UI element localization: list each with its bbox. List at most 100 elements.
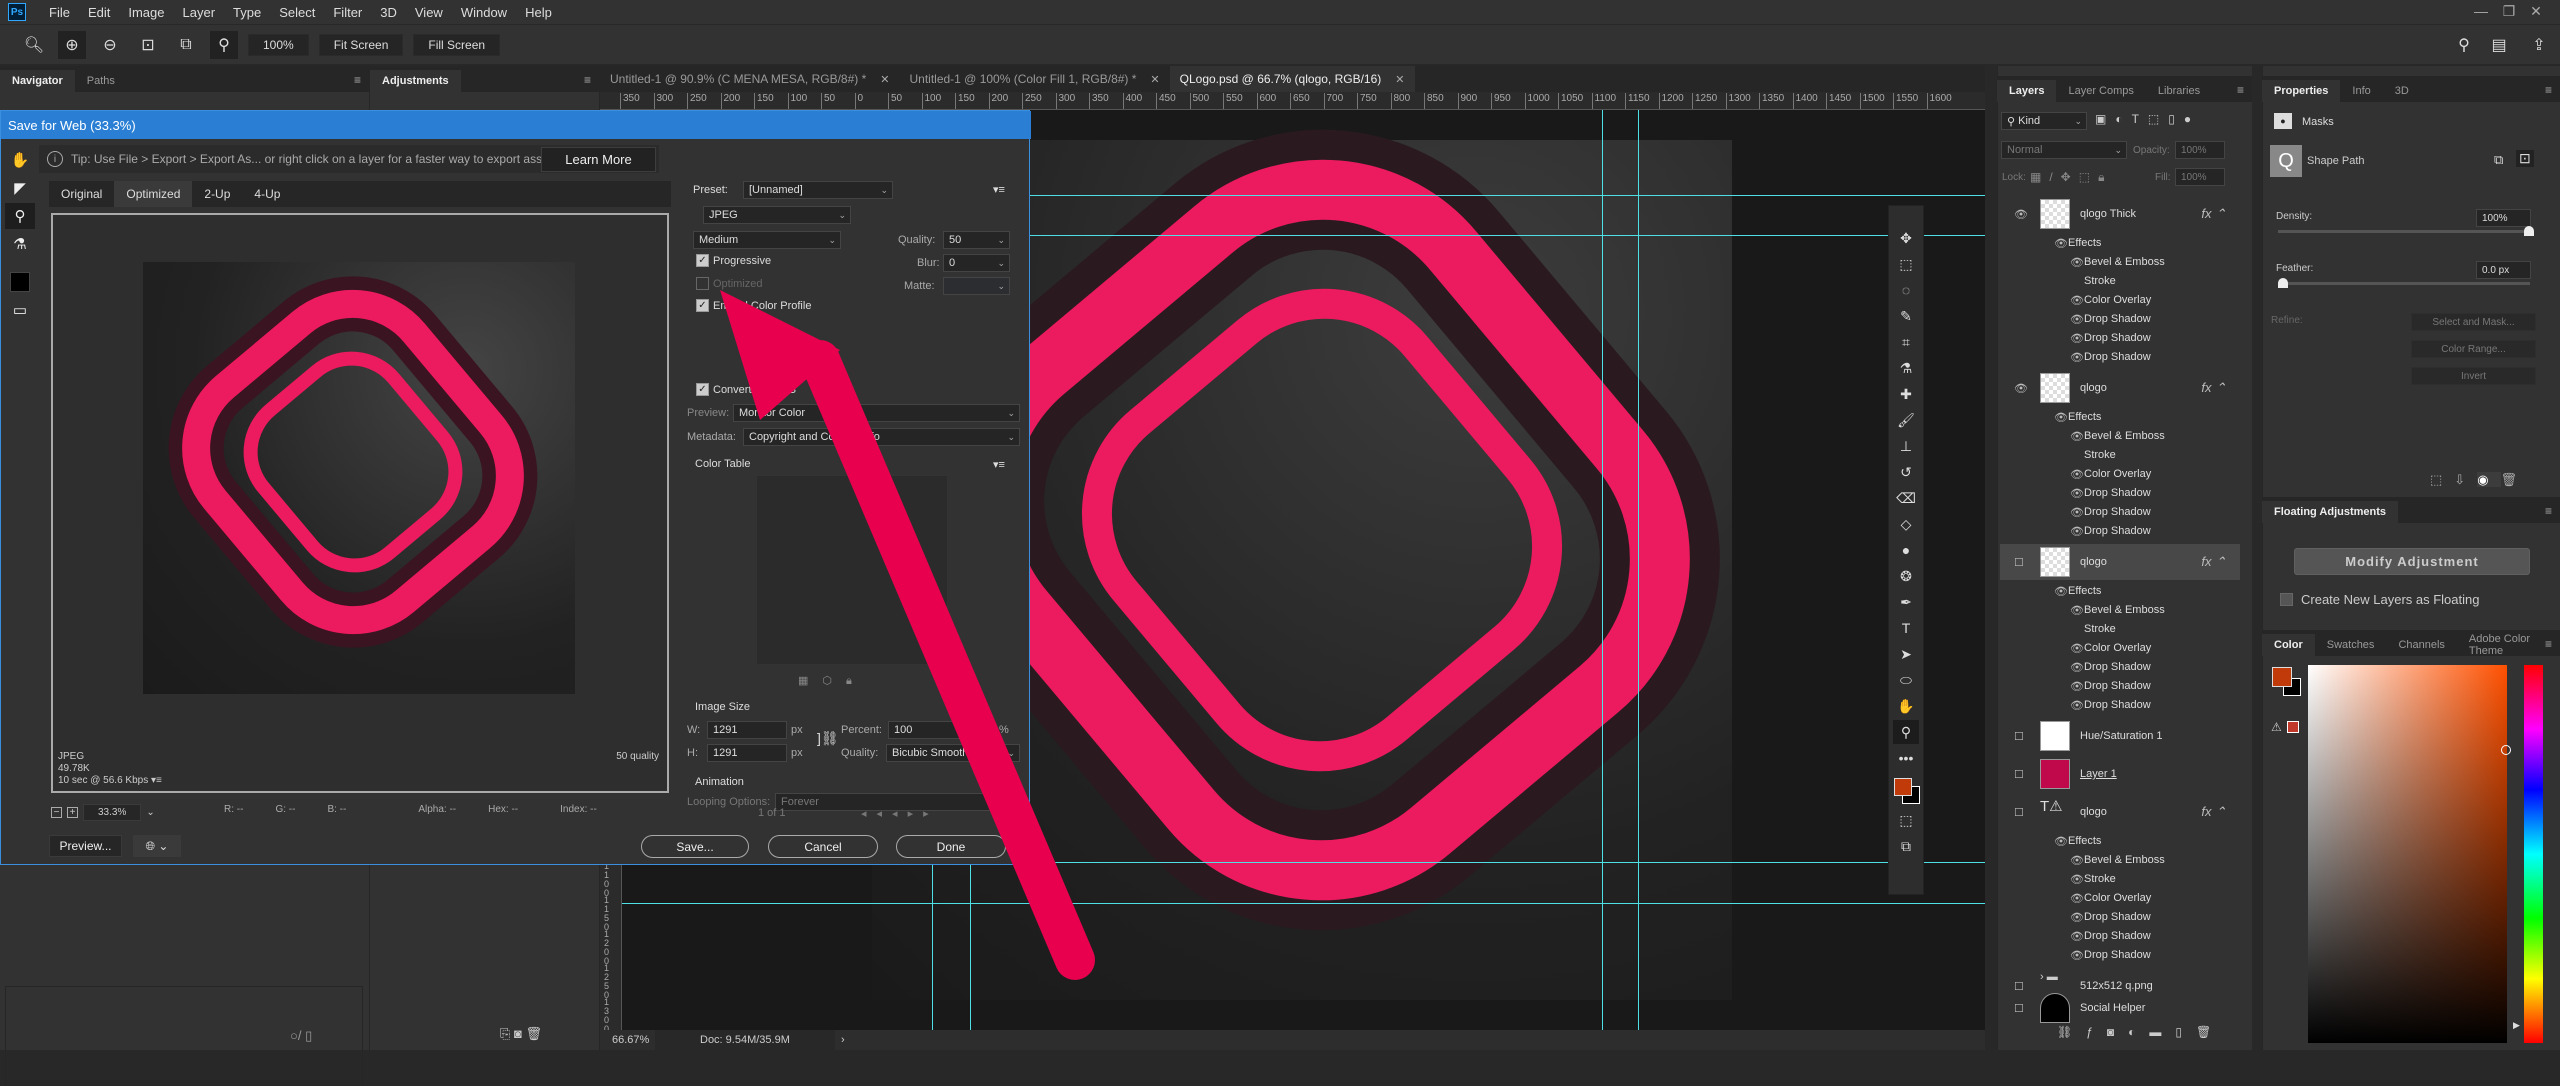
select-and-mask-button[interactable]: Select and Mask... — [2411, 313, 2536, 331]
select-pixel-mask-icon[interactable]: ⧉ — [2494, 152, 2503, 168]
zoom-out-icon[interactable]: ⊖ — [96, 31, 124, 59]
visibility-eye-icon[interactable]: 👁︎ — [2070, 506, 2084, 519]
blur-input[interactable]: 0 ⌄ — [943, 254, 1010, 272]
hand-tool-icon[interactable]: ✋ — [1893, 694, 1919, 718]
path-icons[interactable]: ○/ ▯ — [290, 1028, 312, 1044]
preset-select[interactable]: [Unnamed] ⌄ — [743, 181, 893, 199]
visibility-eye-icon[interactable]: 👁︎ — [2070, 854, 2084, 867]
layer-effects-icon[interactable]: fx ⌃ — [2201, 206, 2226, 222]
fg-bg-colors[interactable] — [1891, 772, 1921, 806]
optimized-preview-pane[interactable]: JPEG 49.78K 10 sec @ 56.6 Kbps ▾≡ 50 qua… — [51, 213, 669, 793]
tab-adobe-color-theme[interactable]: Adobe Color Theme — [2457, 633, 2545, 657]
effect-row[interactable]: 👁︎ Drop Shadow — [2000, 503, 2240, 521]
adjustment-footer-icons[interactable]: ⎘ ◙ 🗑︎ — [500, 1026, 542, 1042]
history-brush-icon[interactable]: ↺ — [1893, 460, 1919, 484]
color-range-button[interactable]: Color Range... — [2411, 340, 2536, 358]
tab-layers[interactable]: Layers — [1997, 80, 2057, 102]
tab-swatches[interactable]: Swatches — [2315, 634, 2387, 656]
guide-vertical[interactable] — [1638, 110, 1639, 1030]
zoom-readout[interactable]: 66.67% — [600, 1034, 655, 1046]
visibility-eye-icon[interactable]: 👁︎ — [2070, 604, 2084, 617]
layer-row[interactable]: ☐ Layer 1 — [2000, 756, 2240, 792]
settings-menu-icon[interactable]: ▾≡ — [993, 183, 1005, 196]
effect-row[interactable]: Stroke — [2000, 272, 2240, 290]
eyedropper-tool-icon[interactable]: ⚗ — [5, 231, 35, 257]
tab-libraries[interactable]: Libraries — [2146, 80, 2212, 102]
visibility-toggle[interactable]: ☐ — [2014, 556, 2028, 569]
fit-screen-button[interactable]: Fit Screen — [318, 33, 404, 56]
quick-select-tool-icon[interactable]: ✎ — [1893, 304, 1919, 328]
sponge-tool-icon[interactable]: ❂ — [1893, 564, 1919, 588]
menu-window[interactable]: Window — [452, 5, 516, 20]
density-slider[interactable] — [2278, 226, 2534, 236]
visibility-eye-icon[interactable]: 👁︎ — [2070, 930, 2084, 943]
eyedropper-color-swatch[interactable] — [5, 269, 35, 295]
visibility-toggle[interactable]: ☐ — [2014, 730, 2028, 743]
crop-tool-icon[interactable]: ⌗ — [1893, 330, 1919, 354]
zoom-level-select[interactable]: 33.3% — [83, 804, 142, 821]
blend-mode-select[interactable]: Normal ⌄ — [2001, 141, 2127, 159]
preview-button[interactable]: Preview... — [49, 835, 122, 857]
effect-row[interactable]: 👁︎ Bevel & Emboss — [2000, 851, 2240, 869]
visibility-eye-icon[interactable]: 👁︎ — [2070, 892, 2084, 905]
effect-row[interactable]: 👁︎ Drop Shadow — [2000, 329, 2240, 347]
eyedropper-tool-icon[interactable]: ⚗ — [1893, 356, 1919, 380]
visibility-toggle[interactable]: ☐ — [2014, 1002, 2028, 1015]
menu-type[interactable]: Type — [224, 5, 270, 20]
effect-row[interactable]: 👁︎ Bevel & Emboss — [2000, 427, 2240, 445]
preview-menu-icon[interactable]: ▾≡ — [151, 775, 162, 786]
zoom-out-button[interactable]: − — [51, 807, 62, 818]
panel-menu-icon[interactable]: ≡ — [2545, 637, 2552, 651]
zoom-all-windows-icon[interactable]: ⧉ — [172, 31, 200, 59]
doc-tab-2[interactable]: Untitled-1 @ 100% (Color Fill 1, RGB/8#)… — [899, 66, 1169, 92]
density-slider-thumb[interactable] — [2524, 226, 2534, 236]
visibility-eye-icon[interactable]: 👁︎ — [2014, 382, 2028, 395]
visibility-eye-icon[interactable]: 👁︎ — [2070, 430, 2084, 443]
visibility-eye-icon[interactable]: 👁︎ — [2070, 661, 2084, 674]
close-tab-icon[interactable]: ✕ — [880, 73, 889, 86]
menu-select[interactable]: Select — [270, 5, 324, 20]
gamut-warning-swatch[interactable] — [2287, 721, 2299, 733]
learn-more-button[interactable]: Learn More — [541, 147, 656, 172]
menu-image[interactable]: Image — [119, 5, 173, 20]
effect-row[interactable]: 👁︎ Drop Shadow — [2000, 696, 2240, 714]
opacity-input[interactable]: 100% — [2175, 141, 2225, 159]
tab-color[interactable]: Color — [2262, 634, 2315, 656]
quick-mask-icon[interactable]: ⬚ — [1893, 808, 1919, 832]
panel-menu-icon[interactable]: ≡ — [2545, 83, 2552, 97]
effect-row[interactable]: 👁︎ Drop Shadow — [2000, 522, 2240, 540]
tab-info[interactable]: Info — [2340, 80, 2382, 102]
menu-help[interactable]: Help — [516, 5, 561, 20]
stamp-tool-icon[interactable]: ⊥ — [1893, 434, 1919, 458]
invert-button[interactable]: Invert — [2411, 367, 2536, 385]
feather-slider[interactable] — [2278, 278, 2530, 288]
layer-row[interactable]: ☐ Social Helper — [2000, 990, 2240, 1026]
visibility-eye-icon[interactable]: 👁︎ — [2070, 911, 2084, 924]
lasso-tool-icon[interactable]: ◌ — [1893, 278, 1919, 302]
modify-adjustment-button[interactable]: Modify Adjustment — [2294, 548, 2530, 575]
doc-tab-1[interactable]: Untitled-1 @ 90.9% (C MENA MESA, RGB/8#)… — [600, 66, 899, 92]
tab-paths[interactable]: Paths — [75, 70, 127, 92]
close-window-button[interactable]: ✕ — [2510, 0, 2560, 22]
visibility-eye-icon[interactable]: 👁︎ — [2054, 237, 2068, 250]
move-tool-icon[interactable]: ✥ — [1893, 226, 1919, 250]
visibility-eye-icon[interactable]: 👁︎ — [2070, 468, 2084, 481]
ellipse-tool-icon[interactable]: ⬭ — [1893, 668, 1919, 692]
more-tools-icon[interactable]: ••• — [1893, 746, 1919, 770]
visibility-eye-icon[interactable]: 👁︎ — [2070, 873, 2084, 886]
layer-name[interactable]: Social Helper — [2080, 1002, 2145, 1014]
close-tab-icon[interactable]: ✕ — [1395, 73, 1404, 86]
foreground-color-swatch[interactable] — [2272, 667, 2292, 687]
tab-adjustments[interactable]: Adjustments — [370, 70, 461, 92]
effect-row[interactable]: 👁︎ Drop Shadow — [2000, 348, 2240, 366]
fill-screen-button[interactable]: Fill Screen — [413, 33, 501, 56]
visibility-eye-icon[interactable]: 👁︎ — [2054, 411, 2068, 424]
quality-input[interactable]: 50 ⌄ — [943, 231, 1010, 249]
effects-row[interactable]: 👁︎ Effects — [2000, 234, 2240, 252]
layer-row[interactable]: ☐ T⚠ qlogo fx ⌃ — [2000, 794, 2240, 830]
paint-bucket-icon[interactable]: ◇ — [1893, 512, 1919, 536]
zoom-in-button[interactable]: + — [67, 807, 78, 818]
color-field[interactable] — [2308, 665, 2511, 1043]
effect-row[interactable]: 👁︎ Stroke — [2000, 870, 2240, 888]
effect-row[interactable]: 👁︎ Drop Shadow — [2000, 484, 2240, 502]
